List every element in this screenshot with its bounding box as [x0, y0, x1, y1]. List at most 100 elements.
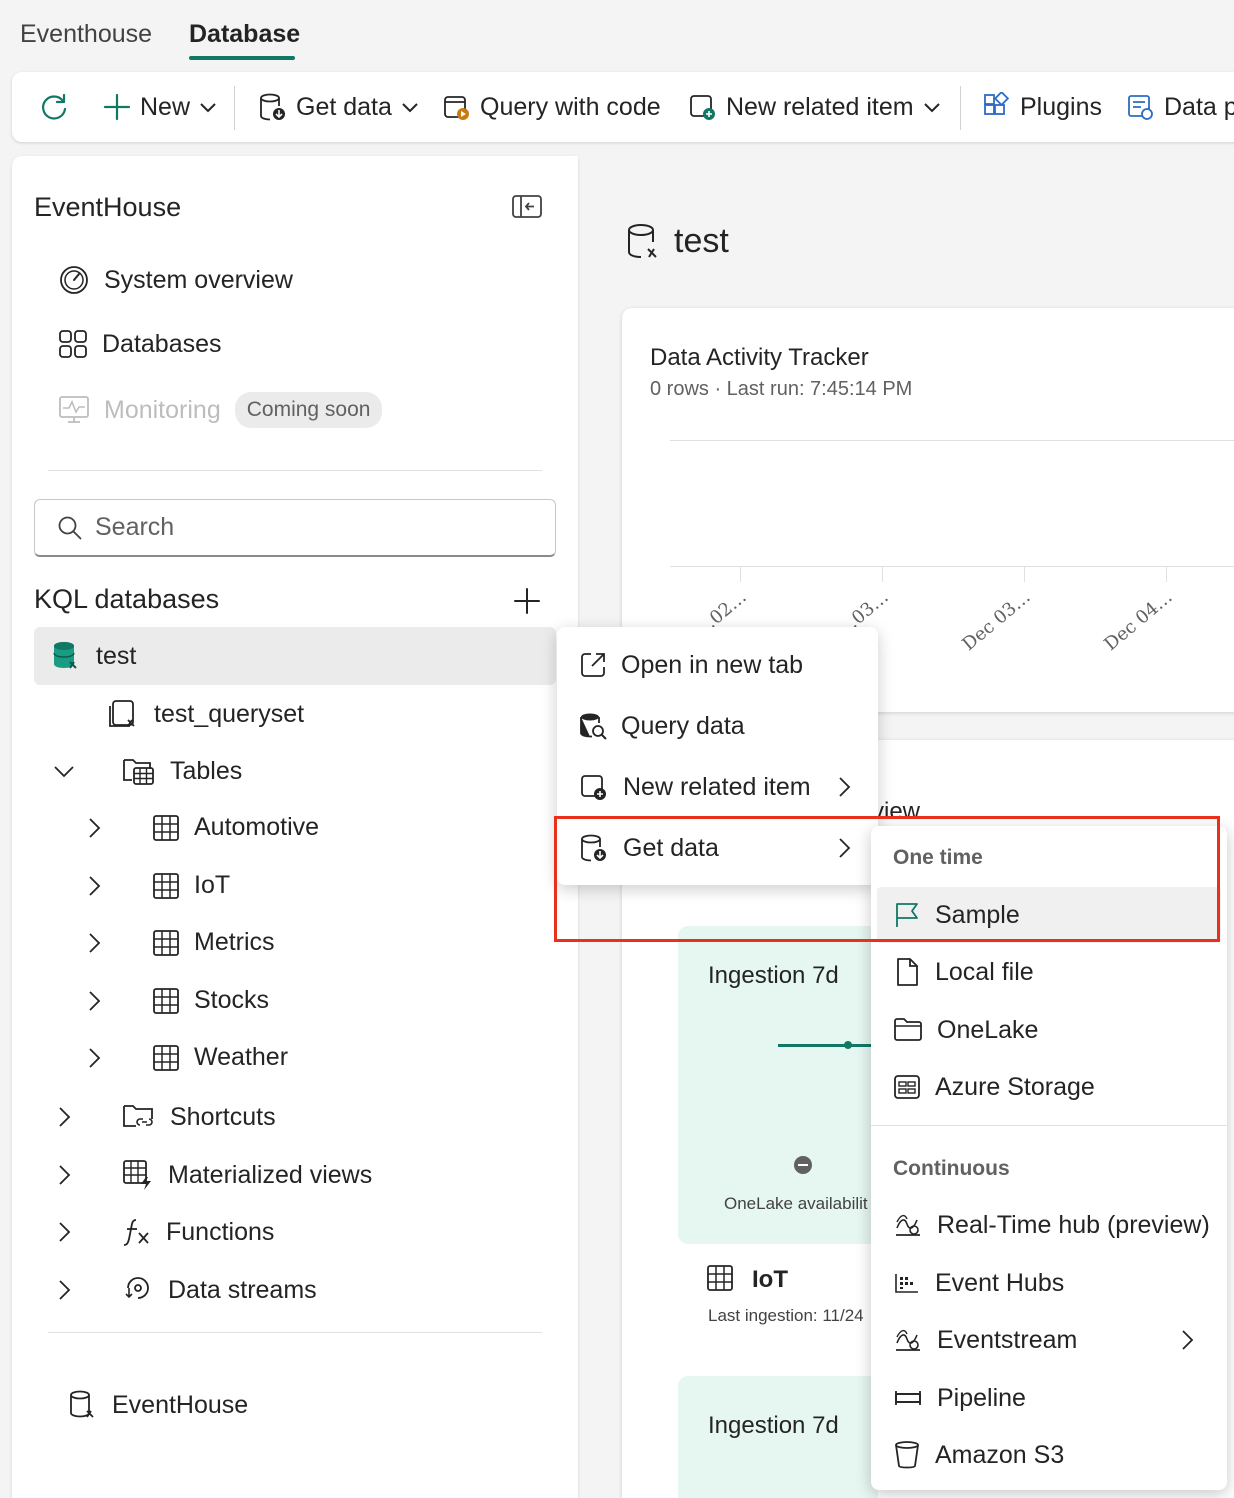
- tree-item-label: Weather: [194, 1043, 289, 1071]
- query-data-icon: [580, 713, 607, 740]
- submenu-item-label: Event Hubs: [935, 1268, 1065, 1297]
- chevron-right-icon[interactable]: [52, 1105, 76, 1129]
- tree-item-table[interactable]: Metrics: [82, 928, 275, 957]
- ribbon-separator: [960, 86, 961, 130]
- ingestion-card[interactable]: Ingestion 7d: [678, 1376, 878, 1498]
- menu-item-query-data[interactable]: Query data: [557, 697, 878, 755]
- get-data-button[interactable]: Get data: [258, 72, 420, 142]
- chevron-right-icon[interactable]: [82, 989, 106, 1013]
- tree-item-materialized-views[interactable]: Materialized views: [52, 1159, 372, 1191]
- menu-item-open-in-new-tab[interactable]: Open in new tab: [557, 636, 878, 694]
- grid-apps-icon: [59, 330, 87, 358]
- chevron-right-icon[interactable]: [82, 816, 106, 840]
- chevron-down-icon[interactable]: [52, 759, 76, 783]
- refresh-icon: [42, 93, 67, 120]
- plus-icon: [103, 93, 131, 121]
- footer-item-label: EventHouse: [112, 1390, 249, 1419]
- tree-item-label: Metrics: [194, 928, 275, 956]
- tree-item-label: Shortcuts: [170, 1102, 276, 1131]
- new-related-item-button[interactable]: New related item: [688, 72, 942, 142]
- onelake-availability-label: OneLake availabilit: [724, 1194, 868, 1213]
- new-button-label: New: [140, 92, 191, 121]
- chart-tick-label: Dec 04…: [1100, 586, 1177, 656]
- queryset-icon: [109, 700, 135, 727]
- database-download-icon: [260, 93, 285, 121]
- chart-gridline: [670, 440, 1234, 441]
- table-icon: [153, 1044, 179, 1071]
- nav-item-system-overview[interactable]: System overview: [58, 264, 293, 296]
- chevron-right-icon[interactable]: [52, 1220, 76, 1244]
- submenu-item-pipeline[interactable]: Pipeline: [877, 1370, 1221, 1426]
- plugins-button[interactable]: Plugins: [982, 72, 1102, 142]
- kql-database-outline-icon: [628, 223, 657, 258]
- submenu-item-eventstream[interactable]: Eventstream: [877, 1312, 1221, 1368]
- new-button[interactable]: New: [102, 72, 218, 142]
- tree-item-table[interactable]: IoT: [82, 871, 230, 900]
- chevron-right-icon[interactable]: [82, 931, 106, 955]
- submenu-item-local-file[interactable]: Local file: [877, 944, 1221, 1000]
- data-policy-icon: [1128, 95, 1153, 120]
- query-code-icon: [444, 96, 469, 120]
- table-card-name: IoT: [752, 1266, 788, 1293]
- chevron-right-icon[interactable]: [52, 1163, 76, 1187]
- submenu-item-event-hubs[interactable]: Event Hubs: [877, 1255, 1221, 1311]
- tree-item-table[interactable]: Weather: [82, 1043, 288, 1072]
- chevron-down-icon: [402, 103, 418, 113]
- tree-item-label: Automotive: [194, 813, 320, 841]
- ingestion-sparkline: [778, 1044, 878, 1047]
- submenu-item-azure-storage[interactable]: Azure Storage: [877, 1059, 1221, 1115]
- ingestion-card[interactable]: Ingestion 7d OneLake availabilit: [678, 926, 878, 1244]
- chevron-right-icon: [839, 777, 851, 797]
- tree-item-database-test[interactable]: test: [52, 640, 136, 672]
- tree-item-data-streams[interactable]: Data streams: [52, 1274, 317, 1306]
- open-new-tab-icon: [581, 653, 605, 677]
- new-item-icon: [581, 775, 606, 800]
- new-related-item-label: New related item: [726, 92, 914, 121]
- tab-eventhouse[interactable]: Eventhouse: [20, 20, 152, 49]
- highlight-box: [554, 816, 1220, 942]
- chart-axis-line: [670, 566, 1234, 567]
- chevron-right-icon[interactable]: [52, 1278, 76, 1302]
- chart-tick: [740, 566, 741, 582]
- tree-item-tables[interactable]: Tables: [52, 755, 242, 787]
- tab-database[interactable]: Database: [189, 20, 300, 49]
- tree-item-functions[interactable]: Functions: [52, 1216, 274, 1248]
- tree-item-label: Tables: [170, 756, 243, 785]
- nav-item-databases[interactable]: Databases: [58, 329, 222, 359]
- plugins-label: Plugins: [1020, 92, 1102, 121]
- ingestion-title: Ingestion 7d: [708, 1412, 839, 1439]
- add-database-button[interactable]: [512, 586, 542, 616]
- search-icon: [58, 516, 82, 539]
- table-icon: [153, 814, 179, 841]
- nav-item-monitoring: Monitoring Coming soon: [58, 392, 383, 428]
- tree-item-table[interactable]: Stocks: [82, 986, 269, 1015]
- monitor-icon: [59, 396, 89, 423]
- nav-item-label: Databases: [102, 329, 222, 358]
- nav-title: EventHouse: [34, 192, 182, 222]
- submenu-item-onelake[interactable]: OneLake: [877, 1002, 1221, 1058]
- table-icon: [153, 929, 179, 956]
- tree-item-table[interactable]: Automotive: [82, 813, 319, 842]
- menu-item-new-related-item[interactable]: New related item: [557, 758, 878, 816]
- search-input[interactable]: Search: [34, 499, 556, 557]
- refresh-button[interactable]: [38, 72, 70, 142]
- collapse-panel-button[interactable]: [512, 194, 542, 220]
- data-policies-button[interactable]: Data p: [1126, 72, 1234, 142]
- nav-item-label: Monitoring: [104, 395, 221, 424]
- submenu-item-label: Eventstream: [937, 1325, 1078, 1354]
- bucket-icon: [895, 1441, 919, 1469]
- table-card-footer: IoT Last ingestion: 11/24: [678, 1244, 878, 1340]
- tree-item-label: test_queryset: [154, 699, 305, 728]
- submenu-item-amazon-s3[interactable]: Amazon S3: [877, 1427, 1221, 1483]
- chevron-right-icon[interactable]: [82, 874, 106, 898]
- tree-item-label: test: [96, 641, 137, 670]
- gauge-icon: [60, 266, 88, 294]
- get-data-label: Get data: [296, 92, 392, 121]
- tree-item-shortcuts[interactable]: Shortcuts: [52, 1101, 276, 1133]
- chevron-right-icon[interactable]: [82, 1046, 106, 1070]
- tree-item-queryset[interactable]: test_queryset: [108, 698, 304, 730]
- submenu-item-real-time-hub[interactable]: Real-Time hub (preview): [877, 1197, 1221, 1253]
- footer-eventhouse-link[interactable]: EventHouse: [68, 1389, 248, 1421]
- plugins-icon: [984, 92, 1010, 115]
- query-with-code-button[interactable]: Query with code: [442, 72, 661, 142]
